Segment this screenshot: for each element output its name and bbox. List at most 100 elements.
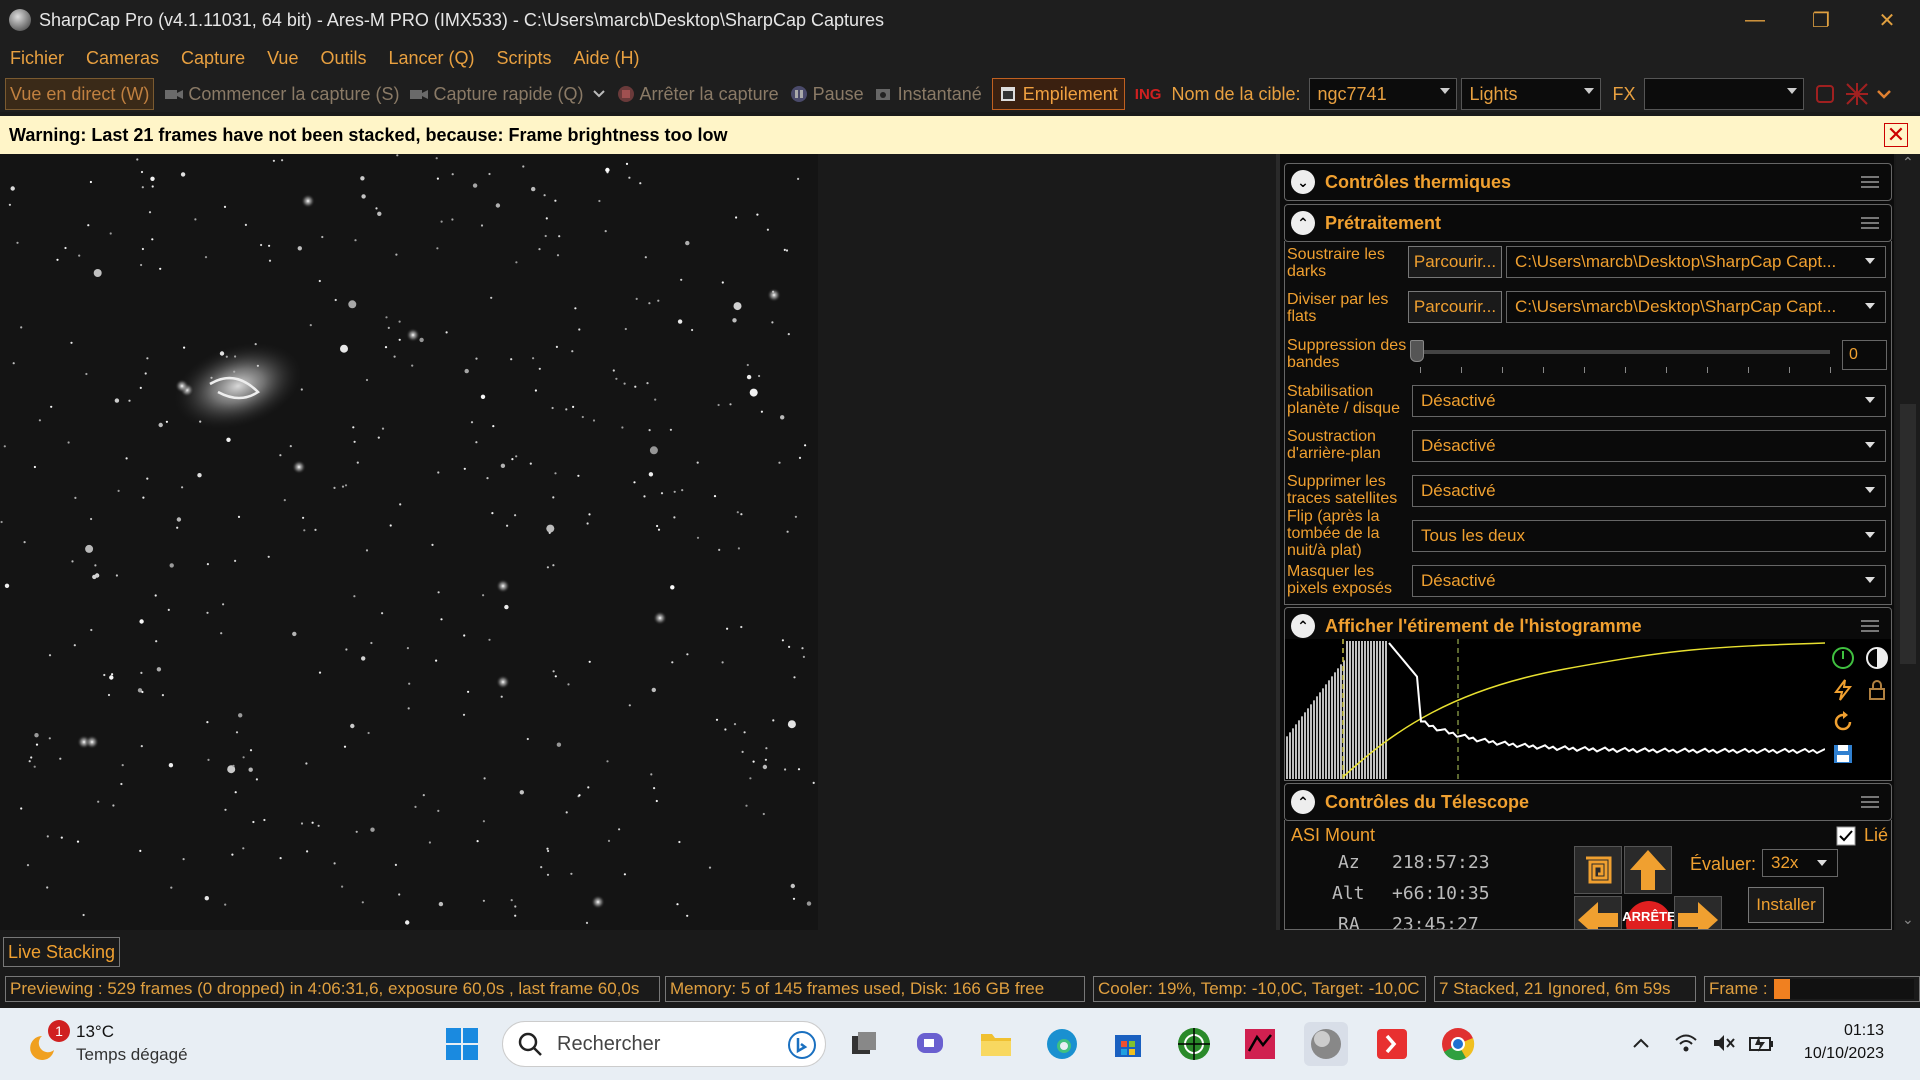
taskbar-search-box[interactable]: Rechercher: [502, 1021, 826, 1067]
chrome-button[interactable]: [1436, 1022, 1480, 1066]
menu-vue[interactable]: Vue: [267, 48, 298, 69]
collapse-chevron-icon[interactable]: ⌃: [1291, 790, 1315, 814]
darks-path-combo[interactable]: C:\Users\marcb\Desktop\SharpCap Capt...: [1506, 246, 1886, 278]
file-explorer-button[interactable]: [974, 1022, 1018, 1066]
astro-app-button[interactable]: [1238, 1022, 1282, 1066]
chevron-down-icon[interactable]: [592, 89, 606, 99]
quick-capture-button[interactable]: Capture rapide (Q): [409, 78, 605, 110]
rate-combo[interactable]: 32x: [1762, 849, 1838, 877]
hamburger-menu-icon[interactable]: [1861, 620, 1879, 632]
collapse-chevron-icon[interactable]: ⌃: [1291, 614, 1315, 638]
bing-icon[interactable]: [787, 1030, 817, 1060]
flats-path-combo[interactable]: C:\Users\marcb\Desktop\SharpCap Capt...: [1506, 291, 1886, 323]
anydesk-button[interactable]: [1370, 1022, 1414, 1066]
banding-slider-thumb[interactable]: [1410, 340, 1424, 362]
thermal-controls-header[interactable]: ⌄ Contrôles thermiques: [1284, 163, 1892, 201]
stop-mount-button[interactable]: ARRÊTE: [1622, 901, 1676, 929]
move-east-button[interactable]: [1674, 896, 1722, 929]
hamburger-menu-icon[interactable]: [1861, 796, 1879, 808]
background-subtraction-combo[interactable]: Désactivé: [1412, 430, 1886, 462]
flip-combo[interactable]: Tous les deux: [1412, 520, 1886, 552]
weather-widget-icon[interactable]: 1: [28, 1020, 70, 1064]
minimize-button[interactable]: —: [1722, 0, 1788, 40]
restore-button[interactable]: ❐: [1788, 0, 1854, 40]
telescope-header[interactable]: ⌃ Contrôles du Télescope: [1284, 783, 1892, 821]
snapshot-button[interactable]: Instantané: [874, 78, 982, 110]
save-icon[interactable]: [1830, 741, 1856, 767]
image-viewport[interactable]: [0, 154, 1280, 930]
fx-combo[interactable]: [1643, 78, 1804, 110]
live-stacking-tab[interactable]: Live Stacking: [3, 937, 121, 967]
expand-chevron-icon[interactable]: ⌄: [1291, 170, 1315, 194]
banding-slider-track[interactable]: [1420, 350, 1830, 354]
status-preview: Previewing : 529 frames (0 dropped) in 4…: [5, 976, 660, 1002]
chevron-up-icon[interactable]: ⌃: [1902, 154, 1914, 171]
chevron-down-icon: [1865, 397, 1875, 403]
move-north-button[interactable]: [1624, 846, 1672, 894]
scrollbar-thumb[interactable]: [1900, 404, 1916, 664]
start-capture-button[interactable]: Commencer la capture (S): [164, 78, 399, 110]
battery-charging-icon[interactable]: [1748, 1032, 1774, 1054]
start-button[interactable]: [440, 1022, 484, 1066]
banding-value-input[interactable]: 0: [1842, 340, 1887, 370]
record-square-icon[interactable]: [1814, 83, 1836, 105]
contrast-icon[interactable]: [1864, 645, 1890, 671]
chevron-down-icon[interactable]: ⌄: [1902, 911, 1914, 928]
menu-scripts[interactable]: Scripts: [497, 48, 552, 69]
menu-lancer[interactable]: Lancer (Q): [388, 48, 474, 69]
star-field-image: [0, 154, 818, 930]
sharpcap-taskbar-button[interactable]: [1304, 1022, 1348, 1066]
menu-capture[interactable]: Capture: [181, 48, 245, 69]
stacking-button[interactable]: Empilement: [991, 78, 1125, 110]
preprocessing-header[interactable]: ⌃ Prétraitement: [1284, 204, 1892, 242]
task-view-button[interactable]: [842, 1022, 886, 1066]
stabilization-value: Désactivé: [1421, 391, 1496, 410]
move-west-button[interactable]: [1574, 896, 1622, 929]
lock-icon[interactable]: [1864, 677, 1890, 703]
install-button[interactable]: Installer: [1748, 887, 1824, 923]
panel-scrollbar[interactable]: ⌃ ⌄: [1896, 154, 1920, 930]
chevron-down-icon[interactable]: [1876, 88, 1892, 100]
phd-guiding-button[interactable]: [1172, 1022, 1216, 1066]
menu-cameras[interactable]: Cameras: [86, 48, 159, 69]
mask-pixels-combo[interactable]: Désactivé: [1412, 565, 1886, 597]
speaker-muted-icon[interactable]: [1712, 1032, 1736, 1054]
flats-browse-button[interactable]: Parcourir...: [1408, 291, 1502, 323]
lightning-icon[interactable]: [1830, 677, 1856, 703]
stop-capture-button[interactable]: Arrêter la capture: [616, 78, 779, 110]
darks-browse-button[interactable]: Parcourir...: [1408, 246, 1502, 278]
weather-temperature[interactable]: 13°C: [76, 1022, 114, 1042]
hamburger-menu-icon[interactable]: [1861, 176, 1879, 188]
reticle-icon[interactable]: [1844, 81, 1870, 107]
stabilization-combo[interactable]: Désactivé: [1412, 385, 1886, 417]
pause-button[interactable]: Pause: [789, 78, 864, 110]
histogram-display[interactable]: [1284, 639, 1892, 781]
reset-icon[interactable]: [1830, 709, 1856, 735]
hamburger-menu-icon[interactable]: [1861, 217, 1879, 229]
edge-button[interactable]: [1040, 1022, 1084, 1066]
chevron-up-icon[interactable]: [1632, 1036, 1650, 1050]
satellite-trails-combo[interactable]: Désactivé: [1412, 475, 1886, 507]
chevron-down-icon: [1865, 532, 1875, 538]
clock-time[interactable]: 01:13: [1844, 1022, 1884, 1040]
power-icon[interactable]: [1830, 645, 1856, 671]
close-button[interactable]: ✕: [1854, 0, 1920, 40]
collapse-chevron-icon[interactable]: ⌃: [1291, 211, 1315, 235]
menu-fichier[interactable]: Fichier: [10, 48, 64, 69]
arrow-left-icon: [1578, 902, 1618, 929]
target-name-combo[interactable]: ngc7741: [1308, 78, 1457, 110]
linked-checkbox[interactable]: [1836, 825, 1856, 846]
menu-aide[interactable]: Aide (H): [574, 48, 640, 69]
menu-outils[interactable]: Outils: [320, 48, 366, 69]
mount-name: ASI Mount: [1291, 825, 1376, 845]
live-view-button[interactable]: Vue en direct (W): [5, 78, 155, 110]
spiral-search-button[interactable]: [1574, 846, 1622, 894]
store-button[interactable]: [1106, 1022, 1150, 1066]
weather-description[interactable]: Temps dégagé: [76, 1045, 188, 1065]
wifi-icon[interactable]: [1674, 1032, 1698, 1054]
frame-type-combo[interactable]: Lights: [1460, 78, 1601, 110]
teams-chat-button[interactable]: [908, 1022, 952, 1066]
warning-close-button[interactable]: ✕: [1884, 123, 1908, 147]
status-frame: Frame :: [1704, 976, 1920, 1002]
clock-date[interactable]: 10/10/2023: [1804, 1045, 1884, 1063]
